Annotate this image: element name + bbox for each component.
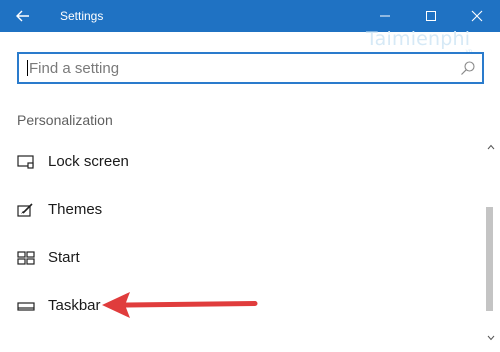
chevron-up-icon[interactable] <box>487 144 495 150</box>
window-title: Settings <box>60 9 104 23</box>
chevron-down-icon[interactable] <box>487 335 495 341</box>
text-caret <box>27 60 28 76</box>
back-button[interactable] <box>0 0 46 32</box>
sidebar-item-lock-screen[interactable]: Lock screen <box>0 142 480 182</box>
themes-icon <box>17 203 33 217</box>
annotation-arrow <box>102 292 258 318</box>
maximize-icon <box>426 11 436 21</box>
section-title: Personalization <box>17 112 113 128</box>
search-placeholder: Find a setting <box>29 60 120 77</box>
back-arrow-icon <box>16 10 29 22</box>
scrollbar-thumb[interactable] <box>486 207 493 311</box>
sidebar-item-themes[interactable]: Themes <box>0 190 480 230</box>
close-icon <box>471 10 483 22</box>
sidebar-item-label: Taskbar <box>48 297 101 314</box>
sidebar-item-label: Themes <box>48 201 103 218</box>
search-input[interactable]: Find a setting <box>17 52 484 84</box>
sidebar-item-label: Lock screen <box>48 153 129 170</box>
lock-screen-icon <box>17 155 34 169</box>
taskbar-icon <box>17 302 35 311</box>
sidebar-item-start[interactable]: Start <box>0 238 480 278</box>
minimize-icon <box>380 15 390 17</box>
watermark-logo: Taimienphi <box>366 28 471 50</box>
start-icon <box>17 251 35 265</box>
search-icon[interactable] <box>460 60 476 76</box>
sidebar-item-label: Start <box>48 249 80 266</box>
